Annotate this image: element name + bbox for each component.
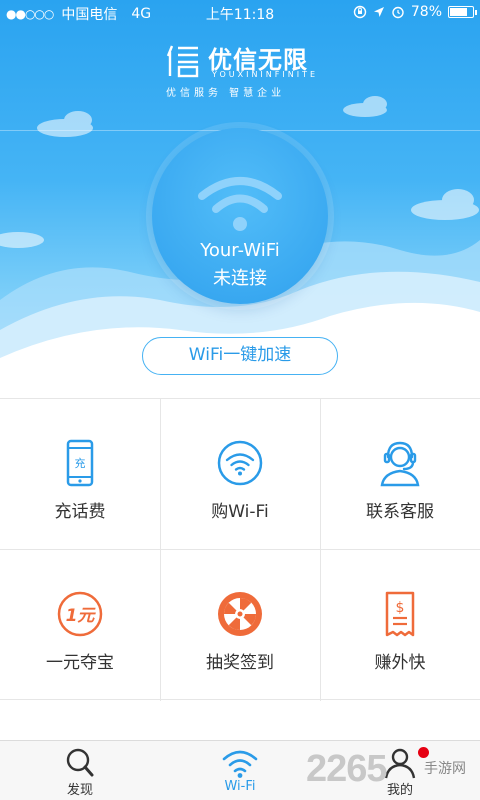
feature-lottery-checkin[interactable]: 抽奖签到 xyxy=(160,550,320,700)
status-bar: ●●○○○ 中国电信 4G 上午11:18 78% xyxy=(0,0,480,26)
tab-label: Wi-Fi xyxy=(224,779,256,794)
feature-label: 购Wi-Fi xyxy=(211,502,269,522)
alarm-icon xyxy=(392,6,404,19)
wifi-signal-icon xyxy=(198,177,282,231)
feature-customer-service[interactable]: 联系客服 xyxy=(320,399,480,549)
brand-header: 优信无限 YOUXININFINITE 优信服务 智慧企业 xyxy=(0,38,480,131)
feature-earn-extra[interactable]: $ 赚外快 xyxy=(320,550,480,700)
brand-logo-icon xyxy=(166,45,199,78)
wifi-icon xyxy=(222,750,258,778)
earn-extra-icon: $ xyxy=(385,591,415,637)
tab-discover[interactable]: 发现 xyxy=(0,741,160,800)
brand-slogan: 优信服务 智慧企业 xyxy=(166,88,286,99)
feature-label: 赚外快 xyxy=(374,653,426,673)
wifi-ssid: Your-WiFi xyxy=(200,240,280,261)
phone-recharge-icon: 充 xyxy=(66,439,94,487)
one-yuan-treasure-icon: 1元 xyxy=(57,591,103,637)
watermark-number: 2265 xyxy=(306,748,388,790)
feature-label: 一元夺宝 xyxy=(46,653,114,673)
feature-label: 充话费 xyxy=(54,502,106,522)
lottery-wheel-icon xyxy=(218,592,262,636)
search-icon xyxy=(66,748,94,777)
feature-buy-wifi[interactable]: 购Wi-Fi xyxy=(160,399,320,549)
brand-name-en: YOUXININFINITE xyxy=(212,70,319,79)
one-yuan-glyph: 1元 xyxy=(66,606,97,626)
wifi-status: 未连接 xyxy=(213,268,267,289)
battery-icon xyxy=(448,6,477,18)
watermark-text: 手游网 xyxy=(424,761,466,777)
wifi-purchase-icon xyxy=(217,440,263,486)
site-watermark: 2265 手游网 xyxy=(306,748,476,792)
customer-service-icon xyxy=(380,441,420,487)
battery-percent: 78% xyxy=(410,4,442,20)
wifi-accelerate-button[interactable]: WiFi一键加速 xyxy=(142,337,338,375)
feature-grid: 充 充话费 购Wi-Fi 联系客服 1元 一元夺宝 抽奖签到 $ 赚外快 xyxy=(0,398,480,701)
tab-wifi[interactable]: Wi-Fi xyxy=(160,741,320,800)
tab-label: 发现 xyxy=(66,783,93,798)
rotation-lock-icon xyxy=(353,5,367,19)
feature-recharge[interactable]: 充 充话费 xyxy=(0,399,160,549)
feature-label: 联系客服 xyxy=(366,502,434,522)
wifi-connect-circle[interactable]: Your-WiFi 未连接 xyxy=(152,128,328,304)
feature-label: 抽奖签到 xyxy=(206,653,274,673)
feature-one-yuan-treasure[interactable]: 1元 一元夺宝 xyxy=(0,550,160,700)
earn-glyph: $ xyxy=(396,600,405,616)
recharge-glyph: 充 xyxy=(75,456,86,470)
location-icon xyxy=(373,7,384,17)
